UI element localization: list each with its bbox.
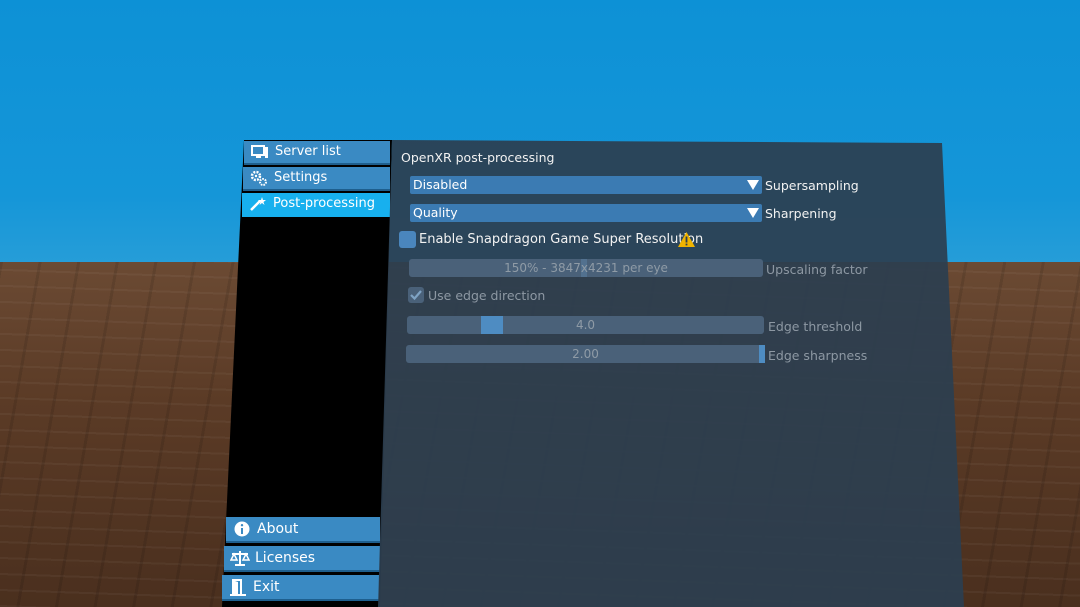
- exit-door-icon: [228, 578, 248, 596]
- edge-threshold-label: Edge threshold: [768, 319, 863, 334]
- sidebar-item-about[interactable]: About: [226, 517, 380, 543]
- edge-sharpness-value: 2.00: [572, 347, 599, 361]
- sidebar-item-label: Licenses: [255, 550, 316, 566]
- sidebar-item-licenses[interactable]: Licenses: [224, 546, 380, 572]
- edge-direction-checkbox[interactable]: [408, 287, 424, 303]
- scales-icon: [230, 550, 250, 566]
- chevron-down-icon: [746, 178, 760, 192]
- upscaling-factor-slider[interactable]: 150% - 3847x4231 per eye: [409, 259, 763, 277]
- sgsr-label: Enable Snapdragon Game Super Resolution: [419, 232, 704, 247]
- edge-direction-label: Use edge direction: [428, 288, 546, 303]
- checkmark-icon: [410, 290, 422, 301]
- supersampling-label: Supersampling: [765, 178, 859, 193]
- upscaling-factor-label: Upscaling factor: [766, 262, 868, 277]
- gears-icon: [249, 170, 269, 186]
- upscaling-factor-value: 150% - 3847x4231 per eye: [504, 261, 668, 275]
- supersampling-value: Disabled: [413, 177, 468, 192]
- sidebar-item-server-list[interactable]: Server list: [244, 141, 390, 165]
- sharpening-label: Sharpening: [765, 206, 837, 221]
- sidebar-item-label: Post-processing: [273, 196, 375, 211]
- edge-threshold-slider[interactable]: 4.0: [407, 316, 764, 334]
- sidebar-item-settings[interactable]: Settings: [243, 167, 390, 191]
- sidebar-item-post-processing[interactable]: Post-processing: [242, 193, 390, 217]
- sidebar-item-label: Server list: [275, 144, 341, 159]
- magic-wand-icon: [248, 196, 268, 212]
- edge-threshold-value: 4.0: [575, 318, 596, 332]
- page-title: OpenXR post-processing: [401, 150, 555, 165]
- supersampling-select[interactable]: Disabled: [410, 176, 762, 194]
- monitor-icon: [250, 145, 270, 159]
- sharpening-value: Quality: [413, 205, 458, 220]
- sharpening-select[interactable]: Quality: [410, 204, 762, 222]
- edge-sharpness-slider[interactable]: 2.00: [406, 345, 765, 363]
- chevron-down-icon: [746, 206, 760, 220]
- edge-sharpness-label: Edge sharpness: [768, 348, 868, 363]
- warning-icon: [678, 232, 695, 251]
- info-icon: [232, 521, 252, 537]
- sidebar-item-exit[interactable]: Exit: [222, 575, 379, 601]
- slider-handle[interactable]: [481, 316, 503, 334]
- sidebar-item-label: About: [257, 521, 299, 537]
- sidebar-item-label: Exit: [253, 579, 280, 595]
- sidebar-item-label: Settings: [274, 170, 328, 185]
- slider-handle[interactable]: [759, 345, 765, 363]
- sgsr-checkbox[interactable]: [399, 231, 416, 248]
